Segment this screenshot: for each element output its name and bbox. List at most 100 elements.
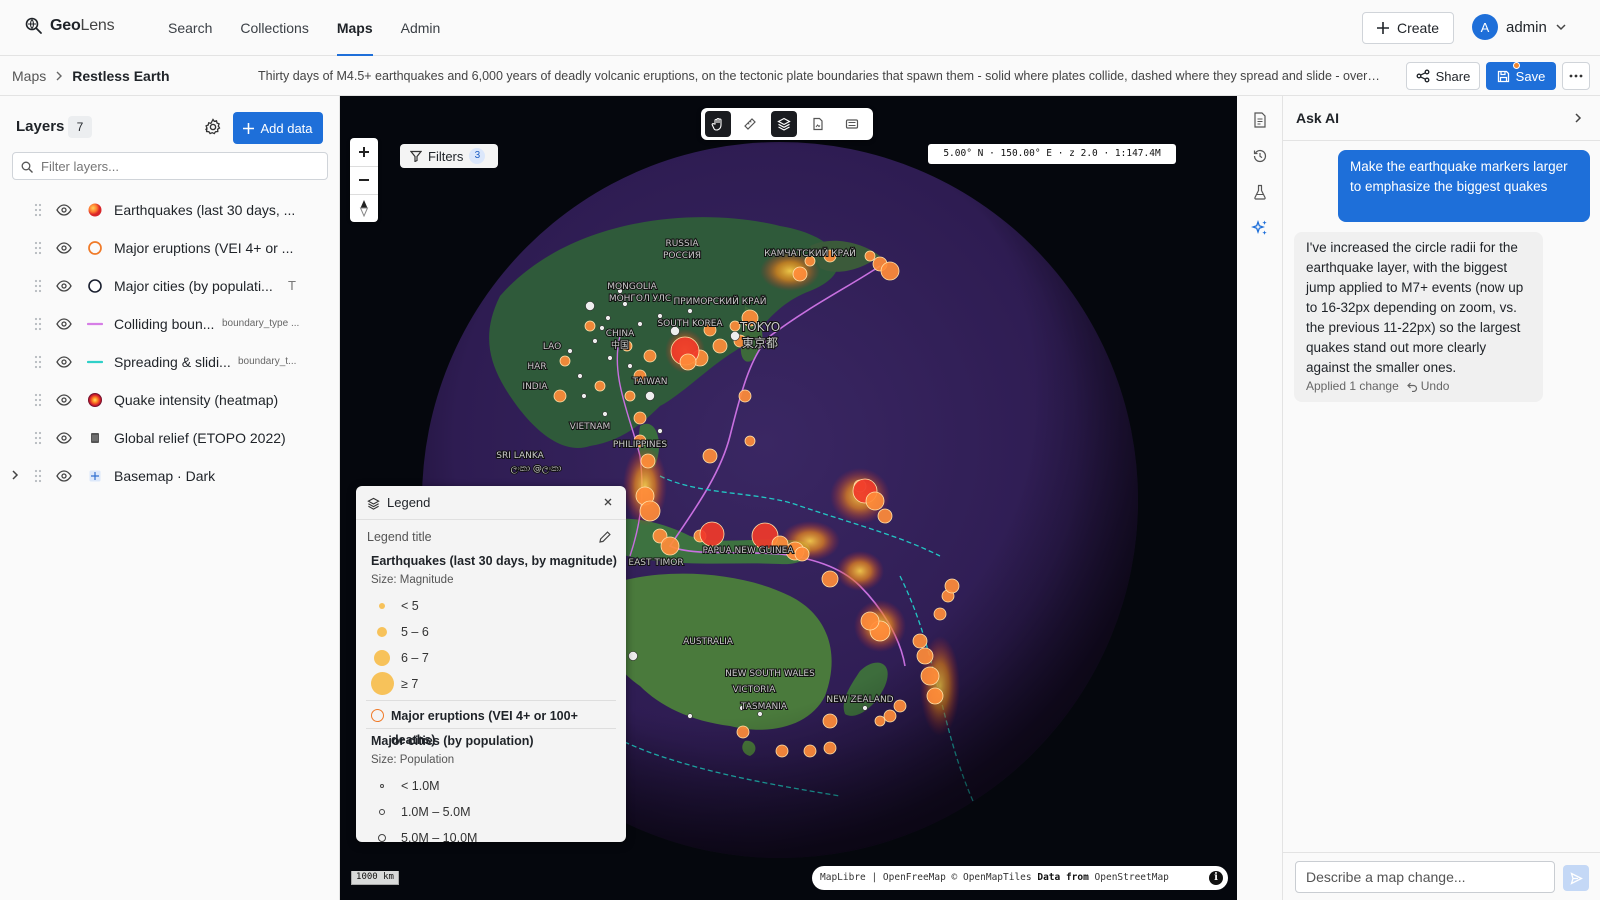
city-marker[interactable] <box>687 308 693 314</box>
earthquake-marker[interactable] <box>775 744 789 758</box>
drag-handle-icon[interactable] <box>34 355 42 369</box>
earthquake-marker[interactable] <box>803 744 817 758</box>
city-marker[interactable] <box>757 711 763 717</box>
drag-handle-icon[interactable] <box>34 431 42 445</box>
breadcrumb-maps[interactable]: Maps <box>12 68 46 84</box>
save-button[interactable]: Save <box>1486 62 1556 90</box>
earthquake-marker[interactable] <box>643 349 657 363</box>
more-options-button[interactable] <box>1562 62 1590 90</box>
earthquake-marker[interactable] <box>594 380 606 392</box>
earthquake-marker[interactable] <box>893 699 907 713</box>
city-marker[interactable] <box>687 713 693 719</box>
earthquake-marker[interactable] <box>821 570 839 588</box>
eye-icon[interactable] <box>56 317 72 331</box>
drag-handle-icon[interactable] <box>34 203 42 217</box>
layer-filter-input[interactable] <box>41 153 321 179</box>
earthquake-marker[interactable] <box>624 390 636 402</box>
earthquake-marker[interactable] <box>633 411 647 425</box>
city-marker[interactable] <box>602 411 608 417</box>
close-icon[interactable] <box>602 496 614 508</box>
nav-maps[interactable]: Maps <box>323 0 387 56</box>
layer-row-colliding[interactable]: Colliding boun... boundary_type ... <box>0 305 340 343</box>
app-logo[interactable]: GeoLens <box>24 16 115 36</box>
nav-collections[interactable]: Collections <box>226 0 322 56</box>
city-marker[interactable] <box>730 331 740 341</box>
compass-button[interactable] <box>350 194 378 222</box>
earthquake-marker[interactable] <box>877 508 893 524</box>
chevron-right-icon[interactable] <box>1573 112 1583 124</box>
city-marker[interactable] <box>657 313 663 319</box>
pan-tool[interactable] <box>705 111 731 137</box>
city-marker[interactable] <box>592 338 598 344</box>
export-tool[interactable] <box>805 111 831 137</box>
earthquake-marker[interactable] <box>738 389 752 403</box>
earthquake-marker[interactable] <box>729 320 741 332</box>
layer-row-eruptions[interactable]: Major eruptions (VEI 4+ or ... <box>0 229 340 267</box>
eye-icon[interactable] <box>56 241 72 255</box>
layer-row-earthquakes[interactable]: Earthquakes (last 30 days, ... <box>0 191 340 229</box>
zoom-in-button[interactable] <box>350 138 378 166</box>
earthquake-marker[interactable] <box>559 355 571 367</box>
earthquake-marker[interactable] <box>912 633 928 649</box>
layers-tool[interactable] <box>771 111 797 137</box>
city-marker[interactable] <box>628 651 638 661</box>
earthquake-marker[interactable] <box>702 448 718 464</box>
earthquake-marker[interactable] <box>679 353 697 371</box>
earthquake-marker[interactable] <box>860 611 880 631</box>
nav-search[interactable]: Search <box>154 0 226 56</box>
eye-icon[interactable] <box>56 431 72 445</box>
drag-handle-icon[interactable] <box>34 279 42 293</box>
city-marker[interactable] <box>585 301 595 311</box>
zoom-out-button[interactable] <box>350 166 378 194</box>
nav-admin[interactable]: Admin <box>387 0 455 56</box>
eye-icon[interactable] <box>56 393 72 407</box>
city-marker[interactable] <box>645 391 655 401</box>
history-tab[interactable] <box>1248 144 1272 168</box>
pencil-icon[interactable] <box>598 530 612 544</box>
map-canvas[interactable]: RUSSIA РОССИЯ MONGOLIA МОНГОЛ УЛС CHINA 中国 SOU… <box>340 96 1237 900</box>
details-tab[interactable] <box>1248 108 1272 132</box>
filters-button[interactable]: Filters 3 <box>400 144 498 168</box>
chevron-right-icon[interactable] <box>10 469 20 481</box>
earthquake-marker[interactable] <box>699 521 725 547</box>
city-marker[interactable] <box>627 363 633 369</box>
layer-row-heatmap[interactable]: Quake intensity (heatmap) <box>0 381 340 419</box>
create-button[interactable]: Create <box>1362 12 1454 44</box>
print-tool[interactable] <box>839 111 865 137</box>
send-button[interactable] <box>1563 865 1589 891</box>
earthquake-marker[interactable] <box>864 250 876 262</box>
earthquake-marker[interactable] <box>712 338 728 354</box>
ai-prompt-input[interactable] <box>1295 861 1555 893</box>
experiments-tab[interactable] <box>1248 180 1272 204</box>
layer-row-relief[interactable]: Global relief (ETOPO 2022) <box>0 419 340 457</box>
earthquake-marker[interactable] <box>883 709 897 723</box>
earthquake-marker[interactable] <box>744 435 756 447</box>
undo-button[interactable]: Undo <box>1406 379 1449 393</box>
add-data-button[interactable]: Add data <box>233 112 323 144</box>
text-label-icon[interactable]: T <box>288 278 296 293</box>
layer-row-cities[interactable]: Major cities (by populati... T <box>0 267 340 305</box>
earthquake-marker[interactable] <box>822 713 838 729</box>
share-button[interactable]: Share <box>1406 62 1480 90</box>
eye-icon[interactable] <box>56 355 72 369</box>
earthquake-marker[interactable] <box>865 491 885 511</box>
drag-handle-icon[interactable] <box>34 469 42 483</box>
earthquake-marker[interactable] <box>874 715 886 727</box>
eye-icon[interactable] <box>56 469 72 483</box>
measure-tool[interactable] <box>737 111 763 137</box>
earthquake-marker[interactable] <box>584 320 596 332</box>
layer-row-basemap[interactable]: Basemap · Dark <box>0 457 340 495</box>
earthquake-marker[interactable] <box>660 536 680 556</box>
earthquake-marker[interactable] <box>944 578 960 594</box>
drag-handle-icon[interactable] <box>34 317 42 331</box>
city-marker[interactable] <box>657 428 663 434</box>
drag-handle-icon[interactable] <box>34 393 42 407</box>
eye-icon[interactable] <box>56 279 72 293</box>
city-marker[interactable] <box>607 355 613 361</box>
earthquake-marker[interactable] <box>920 666 940 686</box>
earthquake-marker[interactable] <box>736 725 750 739</box>
city-marker[interactable] <box>577 373 583 379</box>
city-marker[interactable] <box>637 321 643 327</box>
earthquake-marker[interactable] <box>880 261 900 281</box>
city-marker[interactable] <box>599 325 605 331</box>
